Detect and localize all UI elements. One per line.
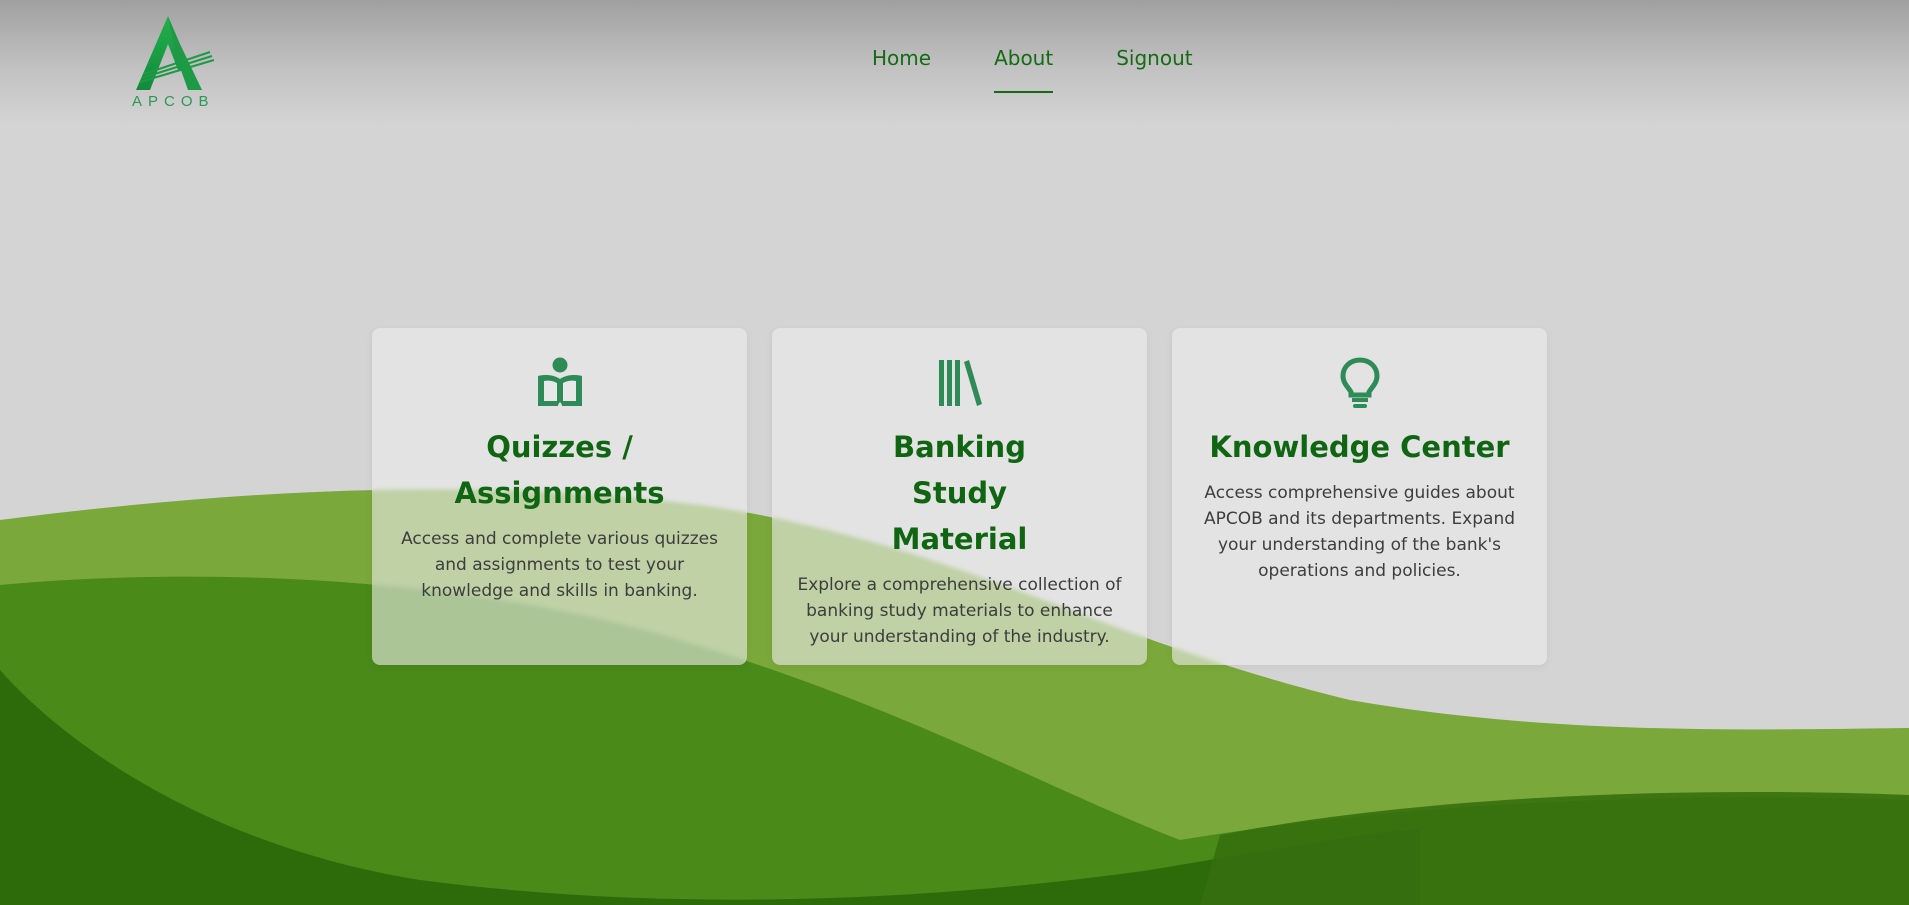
card-description: Explore a comprehensive collection of ba…	[797, 575, 1122, 647]
main-nav: Home About Signout	[872, 46, 1193, 93]
feature-cards: Quizzes / Assignments Access and complet…	[372, 328, 1547, 665]
nav-signout[interactable]: Signout	[1116, 46, 1192, 78]
card-quizzes[interactable]: Quizzes / Assignments Access and complet…	[372, 328, 747, 665]
card-title: Banking Study Material	[891, 430, 1028, 556]
card-study-material[interactable]: Banking Study Material Explore a compreh…	[772, 328, 1147, 665]
nav-home[interactable]: Home	[872, 46, 931, 78]
book-reader-icon	[394, 356, 725, 410]
book-shelf-icon	[794, 356, 1125, 410]
card-title: Knowledge Center	[1209, 430, 1510, 464]
card-description: Access and complete various quizzes and …	[401, 529, 718, 601]
card-knowledge-center[interactable]: Knowledge Center Access comprehensive gu…	[1172, 328, 1547, 665]
card-title: Quizzes / Assignments	[454, 430, 665, 510]
nav-about[interactable]: About	[994, 46, 1054, 93]
card-description: Access comprehensive guides about APCOB …	[1203, 483, 1516, 581]
lightbulb-icon	[1194, 356, 1525, 410]
logo-text: APCOB	[132, 93, 215, 110]
